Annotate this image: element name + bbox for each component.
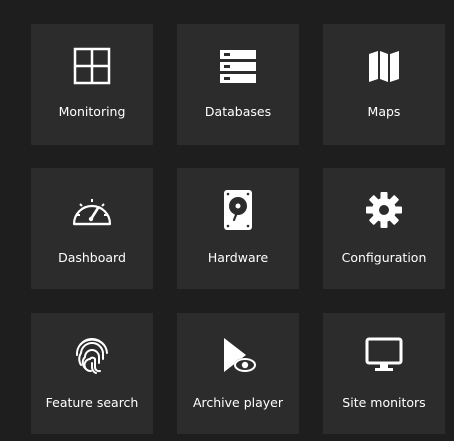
fingerprint-icon [70, 333, 114, 377]
tile-monitoring[interactable]: Monitoring [31, 24, 153, 145]
speedometer-icon [70, 188, 114, 232]
tile-feature-search[interactable]: Feature search [31, 313, 153, 434]
tile-label: Monitoring [58, 104, 126, 119]
tile-hardware[interactable]: Hardware [177, 168, 299, 289]
tile-label: Archive player [192, 395, 284, 410]
tile-configuration[interactable]: Configuration [323, 168, 445, 289]
gear-icon [362, 188, 406, 232]
tile-label: Site monitors [342, 395, 426, 410]
tile-label: Hardware [207, 250, 269, 265]
tile-dashboard[interactable]: Dashboard [31, 168, 153, 289]
play-eye-icon [216, 333, 260, 377]
tile-databases[interactable]: Databases [177, 24, 299, 145]
tile-label: Dashboard [58, 250, 126, 265]
tile-label: Configuration [341, 250, 427, 265]
tile-label: Maps [367, 104, 401, 119]
tile-label: Databases [204, 104, 272, 119]
tile-label: Feature search [45, 395, 139, 410]
tile-site-monitors[interactable]: Site monitors [323, 313, 445, 434]
tile-archive-player[interactable]: Archive player [177, 313, 299, 434]
map-icon [362, 44, 406, 88]
tile-maps[interactable]: Maps [323, 24, 445, 145]
hard-drive-icon [216, 188, 260, 232]
app-launcher-grid: Monitoring Databases Maps Dashboard Hard… [0, 0, 454, 441]
grid-icon [70, 44, 114, 88]
database-icon [216, 44, 260, 88]
monitor-icon [362, 333, 406, 377]
